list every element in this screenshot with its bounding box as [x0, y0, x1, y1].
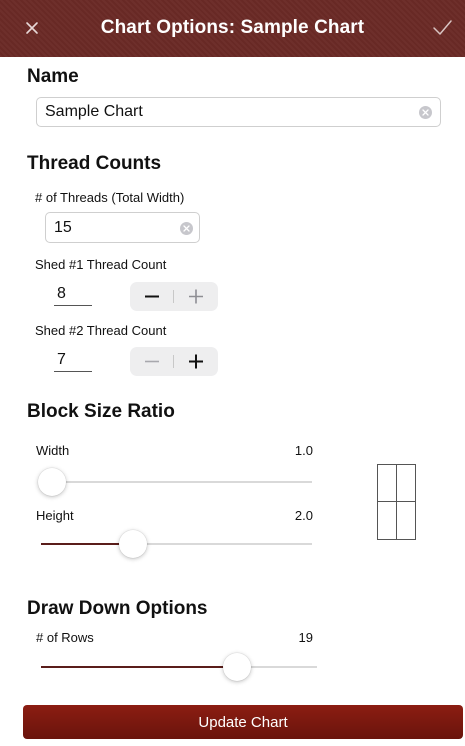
width-slider-thumb[interactable] [38, 468, 66, 496]
rows-slider-thumb[interactable] [222, 653, 251, 681]
shed1-count-field[interactable]: 8 [54, 285, 92, 306]
shed1-decrement-button[interactable] [130, 282, 174, 311]
shed2-increment-button[interactable] [174, 347, 218, 376]
height-slider-track[interactable] [41, 543, 312, 545]
chart-name-value: Sample Chart [45, 103, 143, 120]
close-icon[interactable] [22, 16, 42, 38]
shed2-label: Shed #2 Thread Count [35, 323, 167, 338]
block-size-title: Block Size Ratio [27, 401, 175, 422]
shed2-stepper [130, 347, 218, 376]
preview-horizontal-divider [378, 501, 415, 502]
width-value: 1.0 [294, 443, 313, 458]
thread-counts-title: Thread Counts [27, 153, 162, 174]
total-width-value: 15 [54, 218, 72, 236]
shed1-label: Shed #1 Thread Count [35, 257, 167, 272]
name-section-title: Name [27, 66, 79, 87]
rows-slider-track[interactable] [41, 666, 317, 668]
total-width-label: # of Threads (Total Width) [35, 190, 185, 205]
shed2-decrement-button[interactable] [130, 347, 174, 376]
clear-name-icon[interactable] [419, 106, 432, 119]
draw-down-title: Draw Down Options [27, 598, 208, 619]
width-label: Width [36, 443, 70, 458]
chart-name-input[interactable]: Sample Chart [36, 97, 441, 127]
rows-value: 19 [298, 630, 313, 645]
total-width-input[interactable]: 15 [45, 212, 200, 243]
rows-slider-fill [41, 666, 237, 668]
update-chart-label: Update Chart [198, 713, 288, 731]
checkmark-icon[interactable] [431, 16, 453, 38]
shed2-count-field[interactable]: 7 [54, 351, 92, 372]
height-label: Height [36, 508, 74, 523]
height-slider-thumb[interactable] [119, 530, 148, 558]
shed1-increment-button[interactable] [174, 282, 218, 311]
clear-total-width-icon[interactable] [180, 222, 193, 235]
block-ratio-preview [377, 464, 416, 540]
page-title: Chart Options: Sample Chart [100, 17, 365, 38]
title-bar: Chart Options: Sample Chart [0, 0, 465, 57]
rows-label: # of Rows [36, 630, 94, 645]
shed1-stepper [130, 282, 218, 311]
height-value: 2.0 [294, 508, 313, 523]
update-chart-button[interactable]: Update Chart [23, 705, 463, 739]
width-slider-track[interactable] [41, 481, 312, 483]
preview-vertical-divider [396, 465, 397, 539]
